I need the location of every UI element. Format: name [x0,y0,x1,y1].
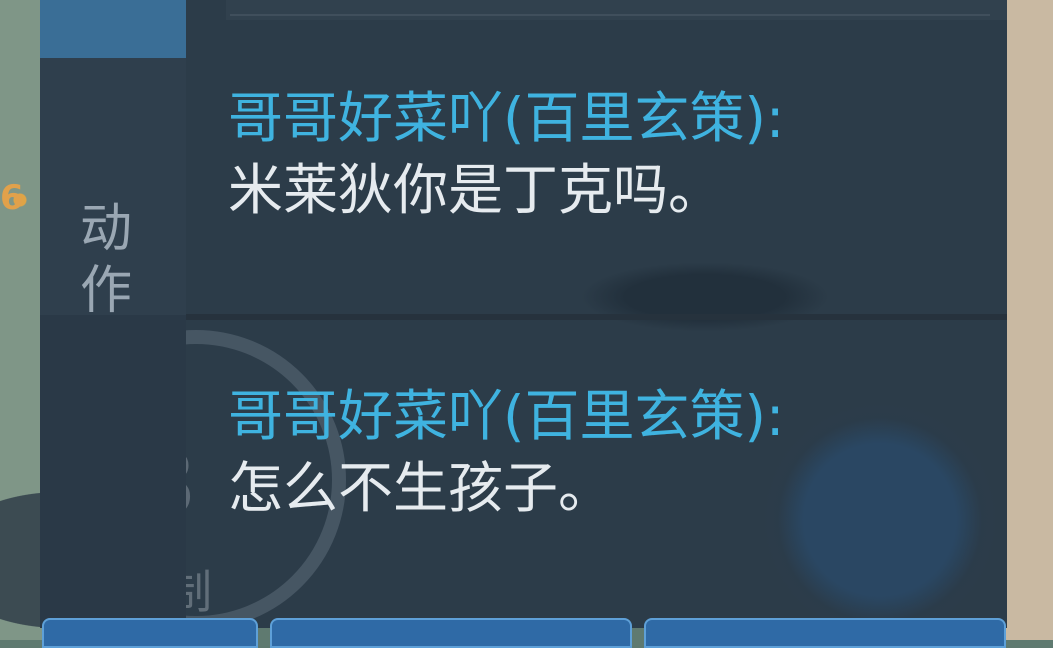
eye-decoration [580,262,830,332]
message-sender: 哥哥好菜吖(百里玄策): [228,384,785,448]
tab-action[interactable]: 动作 [40,58,186,321]
hud-counter: 6 [0,178,24,218]
chat-tabs: 动作 [40,0,186,628]
panel-top-line [230,14,990,16]
chat-panel: 3 控制 动作 哥哥好菜吖(百里玄策): 米莱狄你是丁克吗。 哥哥好菜吖(百里玄… [40,0,1007,628]
tab-active[interactable] [40,0,186,58]
bottom-button-3[interactable] [644,618,1006,648]
bottom-button-2[interactable] [270,618,632,648]
message-divider [186,314,1007,320]
chat-message: 哥哥好菜吖(百里玄策): 米莱狄你是丁克吗。 [228,82,987,226]
bottom-button-1[interactable] [42,618,258,648]
message-text: 米莱狄你是丁克吗。 [228,158,724,222]
panel-top-strip [226,0,1007,20]
tab-action-label: 动作 [79,199,132,321]
message-sender: 哥哥好菜吖(百里玄策): [228,86,785,150]
message-text: 怎么不生孩子。 [228,456,614,520]
chat-message: 哥哥好菜吖(百里玄策): 怎么不生孩子。 [228,380,987,524]
